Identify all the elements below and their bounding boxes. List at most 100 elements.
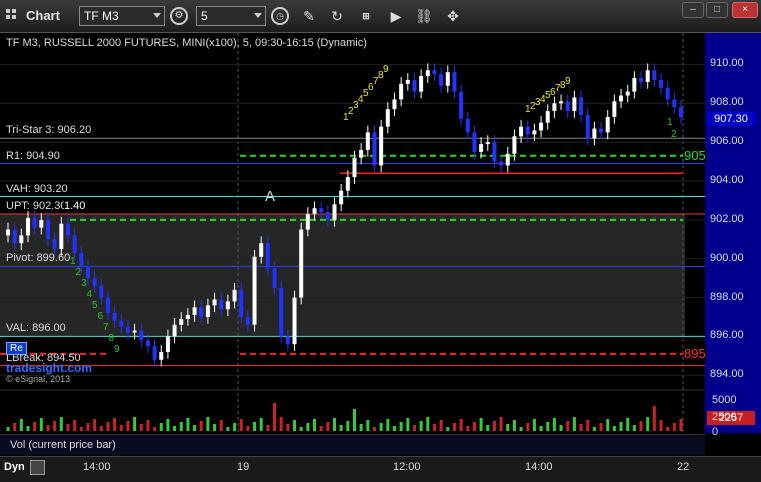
y-tick-label: 904.00 (710, 174, 744, 186)
close-button[interactable]: × (732, 2, 758, 18)
y-tick-label: 910.00 (710, 57, 744, 70)
title-bar: Chart TF M3 ⚙ 5 ◷ ✎ ↻ ⊞ ▶ ⛓ ✥ – □ × (0, 0, 761, 33)
td-count-green: 9 (114, 344, 120, 355)
volume-bar (293, 420, 297, 431)
replay-flag[interactable]: Re (6, 342, 27, 355)
candle-body (325, 212, 330, 220)
volume-bar (486, 425, 490, 431)
move-icon[interactable]: ✥ (444, 7, 462, 25)
candle-body (619, 95, 624, 102)
clock-icon[interactable]: ◷ (271, 7, 289, 25)
volume-bar (366, 420, 370, 431)
candle-body (205, 305, 210, 317)
volume-bar (526, 423, 530, 431)
level-label: Pivot: 899.60 (6, 252, 71, 265)
time-axis[interactable]: Dyn (0, 456, 761, 482)
volume-bar (179, 422, 183, 431)
candle-body (92, 278, 97, 286)
volume-bar (173, 426, 177, 431)
candle-body (465, 118, 470, 133)
candle-body (99, 285, 104, 298)
price-chart[interactable] (0, 33, 761, 481)
level-label: VAH: 903.20 (6, 182, 68, 195)
volume-bar (253, 422, 257, 431)
volume-bar (39, 418, 43, 431)
candle-body (425, 70, 430, 77)
candle-body (612, 101, 617, 117)
candle-body (299, 229, 304, 298)
candle-body (639, 78, 644, 82)
volume-bar (652, 406, 656, 431)
gear-icon[interactable]: ⚙ (170, 7, 188, 25)
candle-body (72, 235, 77, 253)
candle-body (485, 142, 490, 145)
candle-body (139, 330, 144, 341)
candle-body (85, 266, 90, 279)
candle-body (452, 72, 457, 92)
volume-bar (86, 423, 90, 431)
candle-body (39, 219, 44, 228)
link-icon[interactable]: ⛓ (415, 7, 433, 25)
volume-bar (153, 427, 157, 431)
candle-body (539, 122, 544, 131)
candle-body (79, 252, 84, 267)
candle-body (272, 268, 277, 288)
volume-bar (113, 418, 117, 431)
volume-label: Vol (current price bar) (10, 439, 116, 451)
td-count-green: 5 (92, 300, 98, 311)
volume-bar (19, 419, 23, 431)
volume-bar (499, 417, 503, 431)
minimize-button[interactable]: – (682, 2, 704, 18)
volume-bar (659, 420, 663, 431)
last-price-box: 907.30 (707, 112, 755, 126)
volume-bar (472, 422, 476, 431)
maximize-button[interactable]: □ (706, 2, 728, 18)
candle-body (239, 289, 244, 317)
volume-bar (133, 417, 137, 431)
volume-bar (106, 422, 110, 431)
volume-bar (672, 423, 676, 431)
candle-body (285, 336, 290, 345)
volume-bar (552, 418, 556, 431)
candle-body (292, 297, 297, 345)
candle-body (632, 78, 637, 92)
cursor-icon[interactable]: ⊞ (357, 7, 375, 25)
candle-body (672, 99, 677, 108)
candle-body (385, 109, 390, 127)
play-icon[interactable]: ▶ (387, 7, 405, 25)
volume-bar (479, 418, 483, 431)
x-tick-label: 14:00 (83, 461, 111, 473)
candle-body (112, 313, 117, 321)
candle-body (552, 103, 557, 112)
candle-body (525, 126, 530, 135)
volume-bar (259, 418, 263, 431)
volume-bar (186, 418, 190, 431)
candle-body (605, 116, 610, 133)
candle-body (19, 235, 24, 244)
volume-panel (0, 390, 705, 434)
volume-bar (492, 421, 496, 431)
chart-grid-icon[interactable] (6, 9, 19, 22)
candle-body (665, 87, 670, 100)
dyn-settings-icon[interactable] (30, 460, 45, 475)
candle-body (412, 79, 417, 92)
pencil-icon[interactable]: ✎ (300, 7, 318, 25)
dynamic-button[interactable]: Dyn (4, 461, 25, 473)
volume-bar (346, 421, 350, 431)
volume-bar (539, 426, 543, 431)
volume-bar (532, 419, 536, 431)
candle-body (132, 330, 137, 333)
candle-body (319, 208, 324, 213)
candle-body (445, 72, 450, 86)
candle-body (365, 132, 370, 150)
volume-bar (372, 427, 376, 431)
refresh-icon[interactable]: ↻ (328, 7, 346, 25)
candle-body (179, 318, 184, 325)
line-price-tag: 905 (684, 147, 706, 163)
interval-select[interactable]: 5 (196, 6, 266, 26)
y-tick-label: 900.00 (710, 251, 744, 264)
volume-bar (313, 419, 317, 431)
volume-bar (299, 427, 303, 431)
candle-body (432, 70, 437, 75)
symbol-select[interactable]: TF M3 (79, 6, 165, 26)
